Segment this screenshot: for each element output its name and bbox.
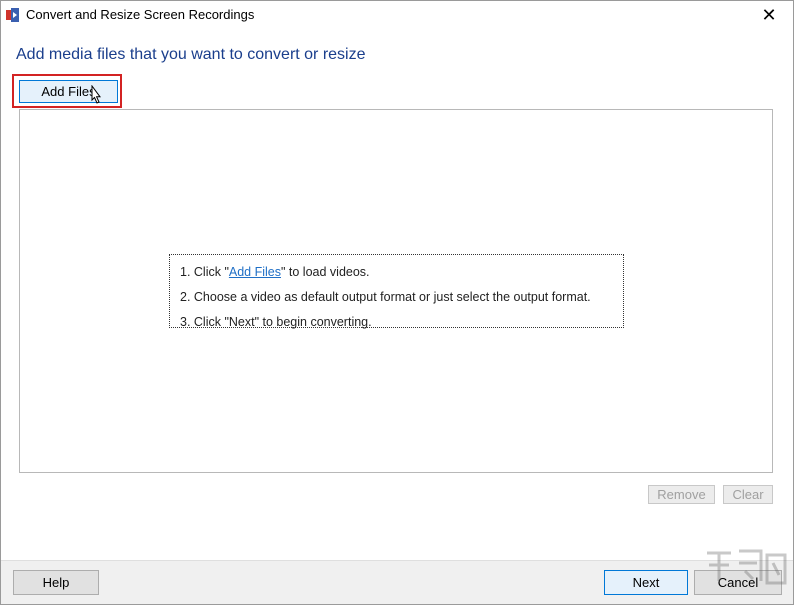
window-title: Convert and Resize Screen Recordings xyxy=(26,7,255,22)
mouse-cursor-icon xyxy=(88,84,102,107)
clear-label: Clear xyxy=(732,487,764,502)
page-heading: Add media files that you want to convert… xyxy=(16,46,366,63)
title-bar: Convert and Resize Screen Recordings ✕ xyxy=(1,1,793,29)
remove-button[interactable]: Remove xyxy=(648,485,715,504)
instruction-line-1: 1. Click "Add Files" to load videos. xyxy=(180,263,623,288)
instruction-line-2: 2. Choose a video as default output form… xyxy=(180,290,591,304)
close-icon[interactable]: ✕ xyxy=(761,5,776,26)
instruction-line-1-prefix: 1. Click " xyxy=(180,265,229,279)
instructions-box: 1. Click "Add Files" to load videos. 2. … xyxy=(169,254,624,329)
help-button[interactable]: Help xyxy=(13,570,99,595)
next-button[interactable]: Next xyxy=(604,570,688,595)
dialog-window: Convert and Resize Screen Recordings ✕ A… xyxy=(0,0,794,605)
clear-button[interactable]: Clear xyxy=(723,485,773,504)
help-label: Help xyxy=(42,575,70,590)
remove-label: Remove xyxy=(657,487,706,502)
app-icon xyxy=(5,7,21,23)
add-files-link[interactable]: Add Files xyxy=(229,265,281,279)
instruction-line-3: 3. Click "Next" to begin converting. xyxy=(180,315,372,329)
instruction-line-1-suffix: " to load videos. xyxy=(281,265,370,279)
cancel-label: Cancel xyxy=(717,575,759,590)
next-label: Next xyxy=(632,575,660,590)
close-button[interactable]: ✕ xyxy=(747,1,791,29)
cancel-button[interactable]: Cancel xyxy=(694,570,782,595)
highlight-frame xyxy=(12,74,122,108)
